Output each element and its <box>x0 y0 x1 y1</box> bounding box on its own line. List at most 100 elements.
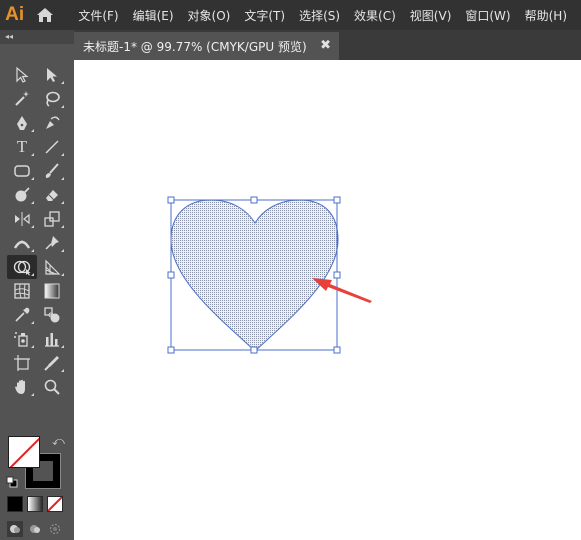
menu-select[interactable]: 选择(S) <box>299 7 340 24</box>
tool-flyout-indicator <box>61 369 64 372</box>
menu-file[interactable]: 文件(F) <box>78 7 118 24</box>
perspective-grid-tool[interactable] <box>37 255 67 279</box>
mesh-tool[interactable] <box>7 279 37 303</box>
none-mode-icon[interactable] <box>47 496 63 512</box>
menu-type[interactable]: 文字(T) <box>244 7 285 24</box>
gradient-mode-icon[interactable] <box>27 496 43 512</box>
menu-object[interactable]: 对象(O) <box>188 7 231 24</box>
type-icon: T <box>16 137 28 156</box>
symbol-sprayer-tool[interactable] <box>7 327 37 351</box>
symbol-sprayer-icon <box>14 332 28 347</box>
annotation-arrow <box>312 278 372 303</box>
eraser-tool[interactable] <box>37 183 67 207</box>
rounded-rectangle-icon <box>14 165 30 177</box>
magic-wand-icon <box>15 91 29 106</box>
hand-icon <box>15 379 25 394</box>
menu-effect[interactable]: 效果(C) <box>354 7 396 24</box>
fill-swatch[interactable] <box>8 436 40 468</box>
column-graph-icon <box>45 333 59 347</box>
arrow-outline-icon <box>16 66 29 83</box>
eraser-icon <box>46 190 58 201</box>
fill-stroke-control: ⤺ <box>6 432 66 490</box>
selection-tool[interactable] <box>7 63 37 87</box>
pen-tool[interactable] <box>7 111 37 135</box>
menu-view[interactable]: 视图(V) <box>410 7 452 24</box>
gradient-tool[interactable] <box>37 279 67 303</box>
tool-flyout-indicator <box>61 153 64 156</box>
shaper-icon <box>15 187 30 202</box>
swap-arrow-icon[interactable]: ⤺ <box>52 434 65 449</box>
heart-shape[interactable] <box>170 199 339 352</box>
home-icon <box>36 8 53 22</box>
tool-flyout-indicator <box>31 393 34 396</box>
tool-flyout-indicator <box>31 153 34 156</box>
main-menu: 文件(F) 编辑(E) 对象(O) 文字(T) 选择(S) 效果(C) 视图(V… <box>78 7 581 24</box>
line-segment-icon <box>45 140 59 154</box>
pin-icon <box>45 236 59 250</box>
width-tool[interactable] <box>7 231 37 255</box>
document-tab[interactable]: 未标题-1* @ 99.77% (CMYK/GPU 预览) ✖ <box>74 32 339 60</box>
tool-flyout-indicator <box>31 273 34 276</box>
home-button[interactable] <box>29 0 60 30</box>
menu-bar: Ai 文件(F) 编辑(E) 对象(O) 文字(T) 选择(S) 效果(C) 视… <box>0 0 581 30</box>
direct-selection-tool[interactable] <box>37 63 67 87</box>
draw-inside-icon[interactable] <box>47 521 63 537</box>
tool-flyout-indicator <box>61 225 64 228</box>
menu-edit[interactable]: 编辑(E) <box>133 7 174 24</box>
type-tool[interactable]: T <box>7 135 37 159</box>
slice-tool[interactable] <box>37 351 67 375</box>
lasso-tool[interactable] <box>37 87 67 111</box>
slice-knife-icon <box>44 356 59 371</box>
close-icon[interactable]: ✖ <box>320 38 331 53</box>
magic-wand-tool[interactable] <box>7 87 37 111</box>
artboard-tool[interactable] <box>7 351 37 375</box>
pen-icon <box>17 116 27 130</box>
app-logo[interactable]: Ai <box>0 0 29 30</box>
tool-flyout-indicator <box>31 225 34 228</box>
tool-flyout-indicator <box>31 321 34 324</box>
puppet-warp-tool[interactable] <box>37 231 67 255</box>
draw-normal-icon[interactable] <box>7 521 23 537</box>
gradient-icon <box>44 283 60 299</box>
zoom-tool[interactable] <box>37 375 67 399</box>
tool-flyout-indicator <box>61 249 64 252</box>
tool-flyout-indicator <box>31 249 34 252</box>
blend-tool[interactable] <box>37 303 67 327</box>
reflect-icon <box>15 212 30 226</box>
tool-flyout-indicator <box>61 105 64 108</box>
perspective-grid-icon <box>45 259 61 275</box>
collapse-panel-icon[interactable]: ◂◂ <box>5 33 13 41</box>
default-colors-icon[interactable] <box>6 476 18 488</box>
eyedropper-tool[interactable] <box>7 303 37 327</box>
line-tool[interactable] <box>37 135 67 159</box>
magnifier-icon <box>44 379 60 395</box>
tools-panel: ◂◂ T ⤺ <box>0 30 74 540</box>
rectangle-tool[interactable] <box>7 159 37 183</box>
shaper-tool[interactable] <box>7 183 37 207</box>
tool-flyout-indicator <box>61 273 64 276</box>
artwork <box>167 196 372 354</box>
scale-tool[interactable] <box>37 207 67 231</box>
shape-builder-tool[interactable] <box>7 255 37 279</box>
paintbrush-icon <box>45 163 59 178</box>
menu-window[interactable]: 窗口(W) <box>465 7 510 24</box>
tools-panel-header: ◂◂ <box>0 30 74 44</box>
arrow-solid-icon <box>47 68 57 82</box>
paintbrush-tool[interactable] <box>37 159 67 183</box>
artboard-canvas[interactable] <box>74 60 581 540</box>
none-slash-icon <box>9 437 39 467</box>
curvature-tool[interactable] <box>37 111 67 135</box>
column-graph-tool[interactable] <box>37 327 67 351</box>
tool-flyout-indicator <box>61 345 64 348</box>
color-mode-icon[interactable] <box>7 496 23 512</box>
menu-help[interactable]: 帮助(H) <box>525 7 567 24</box>
reflect-tool[interactable] <box>7 207 37 231</box>
tool-flyout-indicator <box>31 177 34 180</box>
tool-flyout-indicator <box>61 177 64 180</box>
hand-tool[interactable] <box>7 375 37 399</box>
mesh-icon <box>14 283 30 299</box>
width-icon <box>13 240 31 249</box>
tool-flyout-indicator <box>31 345 34 348</box>
draw-behind-icon[interactable] <box>27 521 43 537</box>
tool-flyout-indicator <box>61 201 64 204</box>
